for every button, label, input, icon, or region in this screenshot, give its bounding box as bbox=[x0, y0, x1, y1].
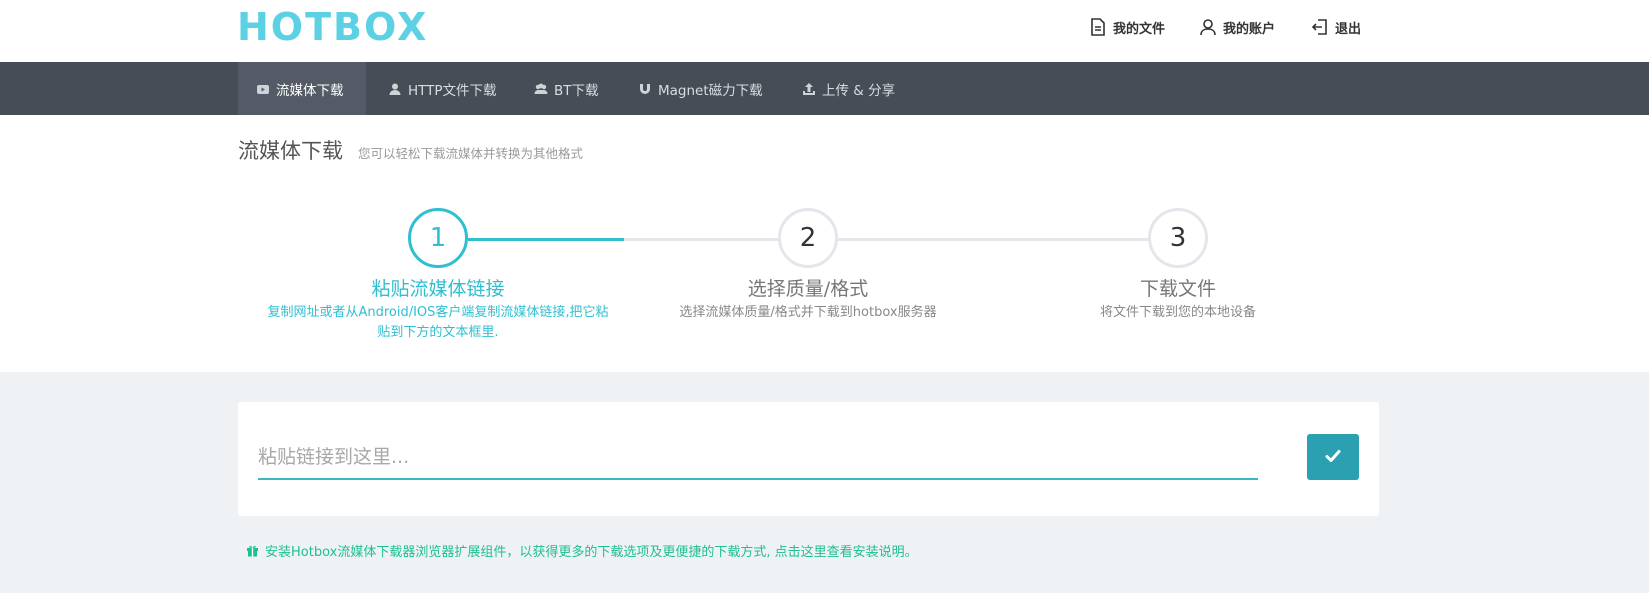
header: HOTBOX 我的文件 我的账户 退出 bbox=[0, 0, 1649, 62]
magnet-icon bbox=[638, 82, 652, 96]
gift-icon bbox=[246, 544, 259, 557]
my-files-link[interactable]: 我的文件 bbox=[1090, 17, 1165, 37]
upload-icon bbox=[802, 82, 816, 96]
user-icon bbox=[388, 82, 402, 96]
youtube-icon bbox=[256, 82, 270, 96]
extension-install-notice[interactable]: 安装Hotbox流媒体下载器浏览器扩展组件，以获得更多的下载选项及更便捷的下载方… bbox=[246, 541, 918, 560]
progress-line-pending bbox=[624, 238, 1178, 241]
hotbox-logo[interactable]: HOTBOX bbox=[237, 5, 428, 49]
nav-label: HTTP文件下载 bbox=[408, 82, 497, 99]
link-input-card bbox=[238, 402, 1379, 516]
nav-label: Magnet磁力下载 bbox=[658, 82, 763, 99]
logout-link[interactable]: 退出 bbox=[1311, 17, 1362, 37]
main-navbar: 流媒体下载 HTTP文件下载 BT下载 Magnet磁力下载 上传 & 分享 bbox=[0, 62, 1649, 115]
check-icon bbox=[1324, 447, 1342, 468]
nav-http-download[interactable]: HTTP文件下载 bbox=[370, 62, 515, 115]
step-2-title: 选择质量/格式 bbox=[747, 278, 869, 300]
nav-magnet-download[interactable]: Magnet磁力下载 bbox=[620, 62, 781, 115]
step-1-circle: 1 bbox=[408, 208, 468, 268]
nav-label: 上传 & 分享 bbox=[822, 82, 896, 99]
step-3-circle: 3 bbox=[1148, 208, 1208, 268]
my-files-label: 我的文件 bbox=[1113, 21, 1166, 37]
step-3-description: 将文件下载到您的本地设备 bbox=[1099, 305, 1256, 320]
file-icon bbox=[1090, 18, 1106, 36]
notice-text: 安装Hotbox流媒体下载器浏览器扩展组件，以获得更多的下载选项及更便捷的下载方… bbox=[265, 545, 918, 560]
page-subtitle: 您可以轻松下载流媒体并转换为其他格式 bbox=[358, 146, 584, 161]
nav-label: 流媒体下载 bbox=[276, 82, 344, 99]
submit-button[interactable] bbox=[1307, 434, 1359, 480]
step-3-title: 下载文件 bbox=[1139, 278, 1216, 300]
nav-streaming-download[interactable]: 流媒体下载 bbox=[238, 62, 366, 115]
step-1-desc-line2: 贴到下方的文本框里. bbox=[377, 325, 499, 340]
step-1-description: 复制网址或者从Android/IOS客户端复制流媒体链接,把它粘 贴到下方的文本… bbox=[248, 303, 628, 343]
nav-upload-share[interactable]: 上传 & 分享 bbox=[784, 62, 913, 115]
page-title: 流媒体下载 bbox=[238, 139, 343, 163]
stream-url-input[interactable] bbox=[258, 432, 1258, 480]
steps-panel: 流媒体下载 您可以轻松下载流媒体并转换为其他格式 1 粘贴流媒体链接 复制网址或… bbox=[0, 115, 1649, 372]
my-account-link[interactable]: 我的账户 bbox=[1200, 17, 1275, 37]
my-account-label: 我的账户 bbox=[1223, 21, 1276, 37]
nav-label: BT下载 bbox=[554, 82, 599, 99]
nav-bt-download[interactable]: BT下载 bbox=[516, 62, 617, 115]
step-1-desc-line1: 复制网址或者从Android/IOS客户端复制流媒体链接,把它粘 bbox=[267, 305, 609, 320]
logout-label: 退出 bbox=[1335, 21, 1362, 37]
user-icon bbox=[1200, 18, 1216, 36]
step-2-circle: 2 bbox=[778, 208, 838, 268]
users-icon bbox=[534, 82, 548, 96]
sign-out-icon bbox=[1311, 18, 1328, 36]
progress-line-done bbox=[468, 238, 624, 241]
step-2-description: 选择流媒体质量/格式并下载到hotbox服务器 bbox=[679, 305, 937, 320]
step-1-title: 粘贴流媒体链接 bbox=[371, 278, 505, 300]
